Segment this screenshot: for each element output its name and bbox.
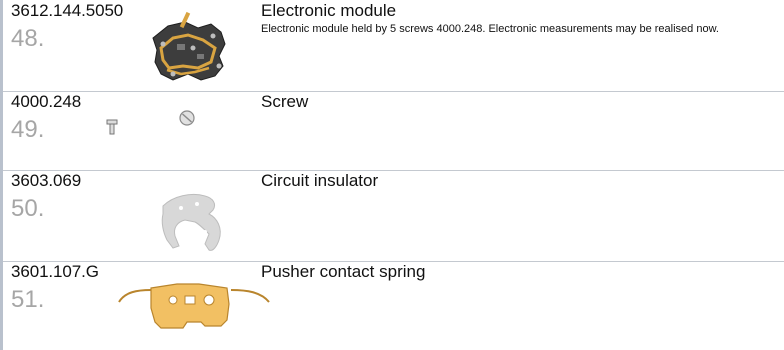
step-number: 51. — [11, 286, 45, 313]
part-title: Electronic module — [261, 1, 397, 20]
step-number: 49. — [11, 116, 45, 143]
part-title: Screw — [261, 92, 309, 111]
part-title: Circuit insulator — [261, 171, 379, 190]
part-number: 3603.069 — [11, 171, 82, 190]
parts-row-49: 4000.248 49. Screw — [3, 91, 784, 171]
part-number: 4000.248 — [11, 92, 82, 111]
parts-row-51: 3601.107.G 51. Pusher contact spring — [3, 261, 784, 349]
screw-head-image — [179, 110, 195, 126]
part-description: Electronic module held by 5 screws 4000.… — [261, 23, 719, 35]
part-number: 3612.144.5050 — [11, 1, 124, 20]
pusher-contact-spring-image — [118, 283, 270, 329]
parts-row-48: 3612.144.5050 48. Electronic module Elec… — [3, 0, 784, 92]
part-title: Pusher contact spring — [261, 262, 426, 281]
parts-row-50: 3603.069 50. Circuit insulator — [3, 170, 784, 262]
step-number: 50. — [11, 195, 45, 222]
screw-side-image — [106, 119, 118, 135]
part-number: 3601.107.G — [11, 262, 99, 281]
electronic-module-image — [152, 11, 226, 81]
step-number: 48. — [11, 25, 45, 52]
circuit-insulator-image — [161, 193, 221, 251]
